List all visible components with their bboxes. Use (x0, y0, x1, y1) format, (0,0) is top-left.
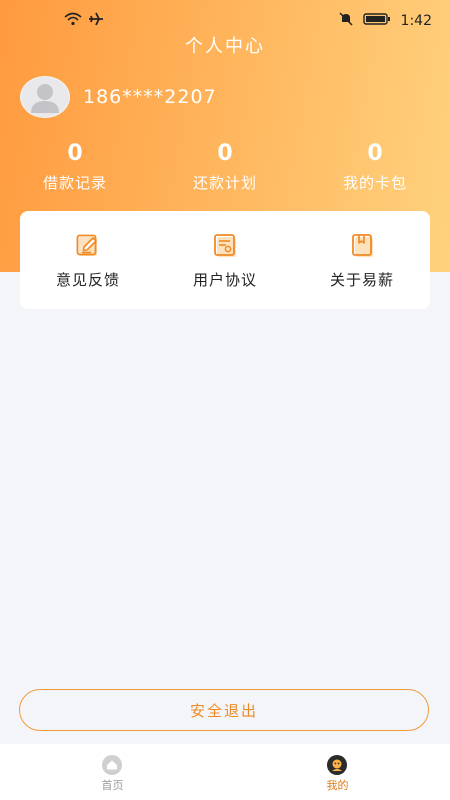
wifi-icon (64, 12, 82, 30)
tab-label: 我的 (326, 779, 349, 792)
airplane-icon (88, 12, 104, 30)
tab-label: 首页 (101, 779, 124, 792)
menu-item-label: 意见反馈 (55, 271, 120, 289)
profile-icon (326, 754, 348, 776)
document-icon (213, 233, 239, 259)
menu-item-feedback[interactable]: 意见反馈 (20, 211, 156, 309)
stats-row: 0 借款记录 0 还款计划 0 我的卡包 (0, 140, 450, 200)
stat-loan-records[interactable]: 0 借款记录 (0, 140, 150, 193)
page-title: 个人中心 (185, 36, 265, 57)
menu-item-user-agreement[interactable]: 用户协议 (157, 211, 293, 309)
menu-item-about[interactable]: 关于易薪 (294, 211, 430, 309)
book-icon (350, 233, 376, 259)
edit-icon (76, 233, 102, 259)
status-right: 1:42 (339, 12, 432, 30)
user-phone: 186****2207 (83, 86, 217, 108)
stat-value: 0 (67, 141, 83, 166)
default-avatar-icon (31, 84, 59, 113)
status-left (64, 12, 104, 30)
menu-item-label: 关于易薪 (329, 271, 394, 289)
tab-home[interactable]: 首页 (0, 744, 225, 800)
bottom-tab-bar: 首页 我的 (0, 744, 450, 800)
stat-label: 借款记录 (42, 174, 107, 192)
stat-value: 0 (367, 141, 383, 166)
battery-icon (362, 12, 391, 30)
menu-item-label: 用户协议 (192, 271, 257, 289)
logout-button[interactable]: 安全退出 (19, 689, 429, 731)
menu-card: 意见反馈 用户协议 关于易薪 (20, 211, 430, 309)
stat-label: 还款计划 (192, 174, 257, 192)
avatar[interactable] (20, 76, 70, 118)
stat-label: 我的卡包 (342, 174, 407, 192)
status-time: 1:42 (400, 13, 432, 29)
home-icon (101, 754, 123, 776)
stat-value: 0 (217, 141, 233, 166)
stat-repayment-plan[interactable]: 0 还款计划 (150, 140, 300, 193)
tab-mine[interactable]: 我的 (225, 744, 450, 800)
mute-bell-icon (339, 12, 353, 30)
stat-card-wallet[interactable]: 0 我的卡包 (300, 140, 450, 193)
